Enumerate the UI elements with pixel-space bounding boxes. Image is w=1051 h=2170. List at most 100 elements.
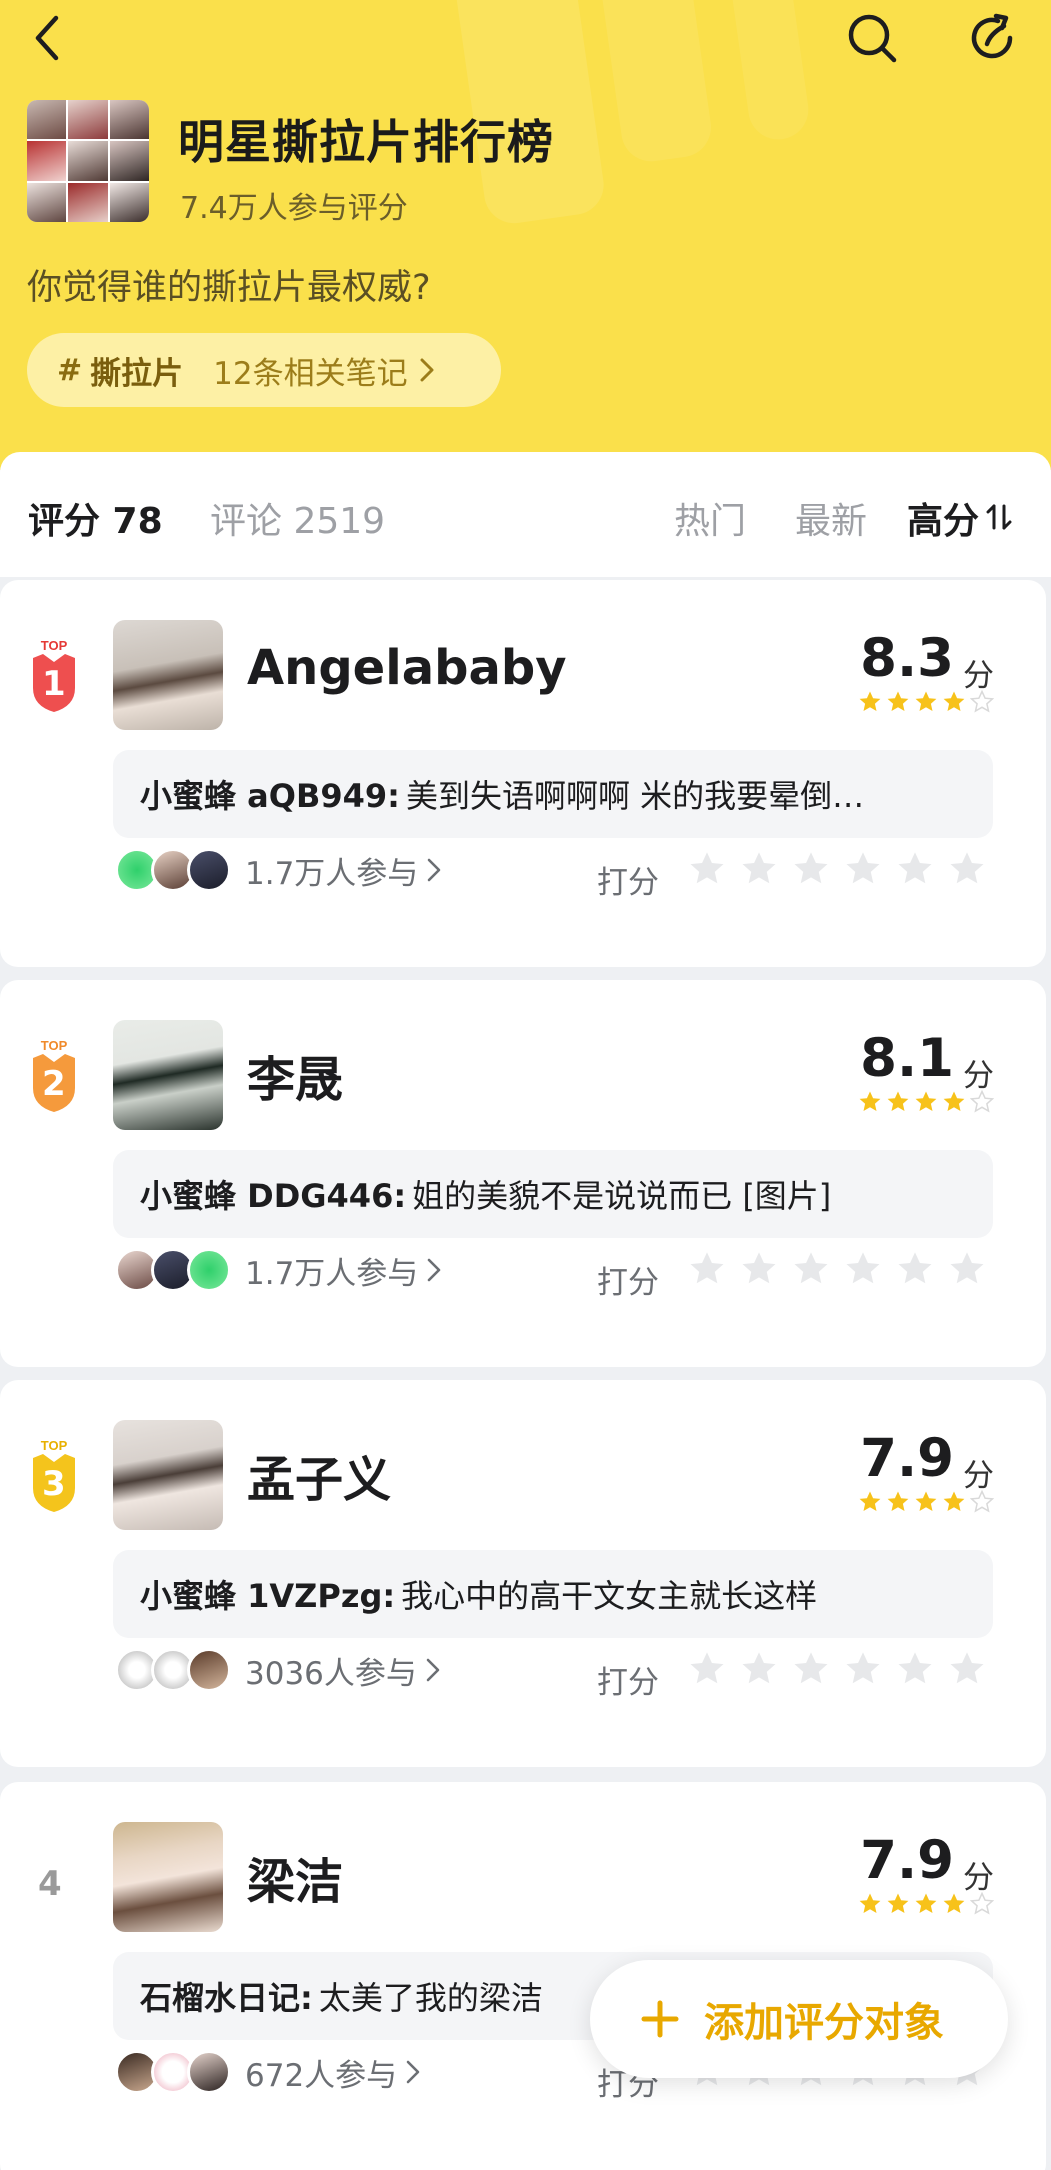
star-rate-icon (846, 1252, 880, 1284)
celebrity-avatar[interactable] (113, 1020, 223, 1130)
star-filled-icon (915, 1893, 937, 1913)
star-filled-icon (915, 1491, 937, 1511)
star-rate-icon (898, 852, 932, 884)
rate-stars[interactable] (688, 1250, 986, 1288)
celebrity-avatar[interactable] (113, 620, 223, 730)
star-empty-icon (970, 690, 994, 712)
star-rate-icon (690, 852, 724, 884)
rank-number: 4 (38, 1864, 62, 1904)
comment-author: 石榴水日记: (140, 1979, 313, 2017)
star-rate-icon (794, 1652, 828, 1684)
rate-label: 打分 (597, 865, 659, 901)
star-filled-icon (887, 1091, 909, 1111)
star-empty-icon (970, 1090, 994, 1112)
star-rate-icon (742, 1252, 776, 1284)
participant-avatars (115, 1648, 231, 1692)
rate-label: 打分 (597, 1665, 659, 1701)
star-empty-icon (970, 1892, 994, 1914)
topic-notes-count: 12条相关笔记 (213, 355, 408, 392)
participant-avatars (115, 1248, 231, 1292)
share-icon[interactable] (962, 8, 1022, 68)
svg-text:TOP: TOP (41, 638, 68, 653)
celebrity-avatar[interactable] (113, 1822, 223, 1932)
participants-link[interactable]: 3036人参与 (115, 1648, 441, 1692)
star-filled-icon (887, 1893, 909, 1913)
star-filled-icon (887, 691, 909, 711)
ranking-card[interactable]: TOP 3 孟子义 7.9 分 小蜜蜂 1VZPzg: 我心中的高干文女主就长这… (0, 1380, 1046, 1767)
chevron-right-icon (406, 2060, 420, 2084)
participants-link[interactable]: 1.7万人参与 (115, 848, 442, 892)
add-rating-target-button[interactable]: 添加评分对象 (590, 1960, 1008, 2078)
tab-bar: 评分 78 评论 2519 热门 最新 高分 (0, 452, 1051, 577)
star-rate-icon (794, 1252, 828, 1284)
back-arrow-icon[interactable] (16, 8, 76, 68)
participants-link[interactable]: 1.7万人参与 (115, 1248, 442, 1292)
sort-high-score[interactable]: 高分 (907, 492, 979, 544)
participant-summary: 7.4万人参与评分 (180, 191, 408, 226)
search-icon[interactable] (842, 8, 902, 68)
celebrity-avatar[interactable] (113, 1420, 223, 1530)
star-filled-icon (943, 1893, 965, 1913)
rate-label: 打分 (597, 1265, 659, 1301)
score-unit: 分 (963, 1860, 994, 1896)
star-filled-icon (887, 1491, 909, 1511)
sort-new[interactable]: 最新 (795, 492, 867, 544)
comment-text: 姐的美貌不是说说而已 [图片] (412, 1177, 832, 1215)
score-stars (858, 1090, 996, 1114)
chevron-right-icon (426, 1658, 440, 1682)
svg-text:TOP: TOP (41, 1438, 68, 1453)
rate-stars[interactable] (688, 850, 986, 888)
board-cover-image (27, 100, 149, 222)
celebrity-name[interactable]: 梁洁 (247, 1842, 343, 1912)
page-title: 明星撕拉片排行榜 (178, 115, 554, 169)
star-rate-icon (950, 852, 984, 884)
star-rate-icon (794, 852, 828, 884)
chevron-right-icon (420, 358, 434, 382)
score-unit: 分 (963, 658, 994, 694)
sort-order-icon[interactable] (986, 502, 1012, 532)
star-rate-icon (950, 1652, 984, 1684)
ranking-card[interactable]: TOP 2 李晟 8.1 分 小蜜蜂 DDG446: 姐的美貌不是说说而已 [图… (0, 980, 1046, 1367)
star-rate-icon (742, 1652, 776, 1684)
comment-text: 太美了我的梁洁 (318, 1979, 543, 2017)
celebrity-name[interactable]: 李晟 (247, 1040, 343, 1110)
sort-hot[interactable]: 热门 (674, 492, 746, 544)
star-filled-icon (859, 1091, 881, 1111)
star-rate-icon (846, 852, 880, 884)
chevron-right-icon (428, 1258, 441, 1282)
star-filled-icon (859, 1893, 881, 1913)
star-filled-icon (943, 1091, 965, 1111)
participant-avatars (115, 2050, 231, 2094)
participant-avatars (115, 848, 231, 892)
add-rating-target-label: 添加评分对象 (704, 2000, 944, 2046)
top-comment[interactable]: 小蜜蜂 1VZPzg: 我心中的高干文女主就长这样 (113, 1550, 993, 1638)
comment-author: 小蜜蜂 1VZPzg: (140, 1577, 396, 1615)
top-comment[interactable]: 小蜜蜂 DDG446: 姐的美貌不是说说而已 [图片] (113, 1150, 993, 1238)
star-rate-icon (846, 1652, 880, 1684)
comment-author: 小蜜蜂 DDG446: (140, 1177, 407, 1215)
comment-text: 美到失语啊啊啊 米的我要晕倒… (405, 777, 865, 815)
rate-stars[interactable] (688, 1650, 986, 1688)
rank-number: 1 (42, 664, 66, 704)
star-rate-icon (950, 1252, 984, 1284)
score-value: 7.9 (860, 1428, 954, 1489)
topic-pill[interactable]: # 撕拉片 12条相关笔记 (27, 333, 501, 407)
tab-rating[interactable]: 评分 78 (28, 492, 163, 544)
topic-tag: 撕拉片 (90, 355, 184, 392)
score-value: 7.9 (860, 1830, 954, 1891)
plus-icon (641, 2000, 679, 2038)
star-filled-icon (859, 691, 881, 711)
ranking-card[interactable]: TOP 1 Angelababy 8.3 分 小蜜蜂 aQB949: 美到失语啊… (0, 580, 1046, 967)
chevron-right-icon (428, 858, 441, 882)
star-filled-icon (943, 691, 965, 711)
score-stars (858, 690, 996, 714)
tab-comments[interactable]: 评论 2519 (210, 492, 385, 544)
score-unit: 分 (963, 1058, 994, 1094)
celebrity-name[interactable]: 孟子义 (247, 1440, 391, 1510)
score-unit: 分 (963, 1458, 994, 1494)
top-comment[interactable]: 小蜜蜂 aQB949: 美到失语啊啊啊 米的我要晕倒… (113, 750, 993, 838)
celebrity-name[interactable]: Angelababy (247, 640, 566, 696)
participants-link[interactable]: 672人参与 (115, 2050, 421, 2094)
score-stars (858, 1892, 996, 1916)
hashtag-icon: # (57, 352, 83, 388)
